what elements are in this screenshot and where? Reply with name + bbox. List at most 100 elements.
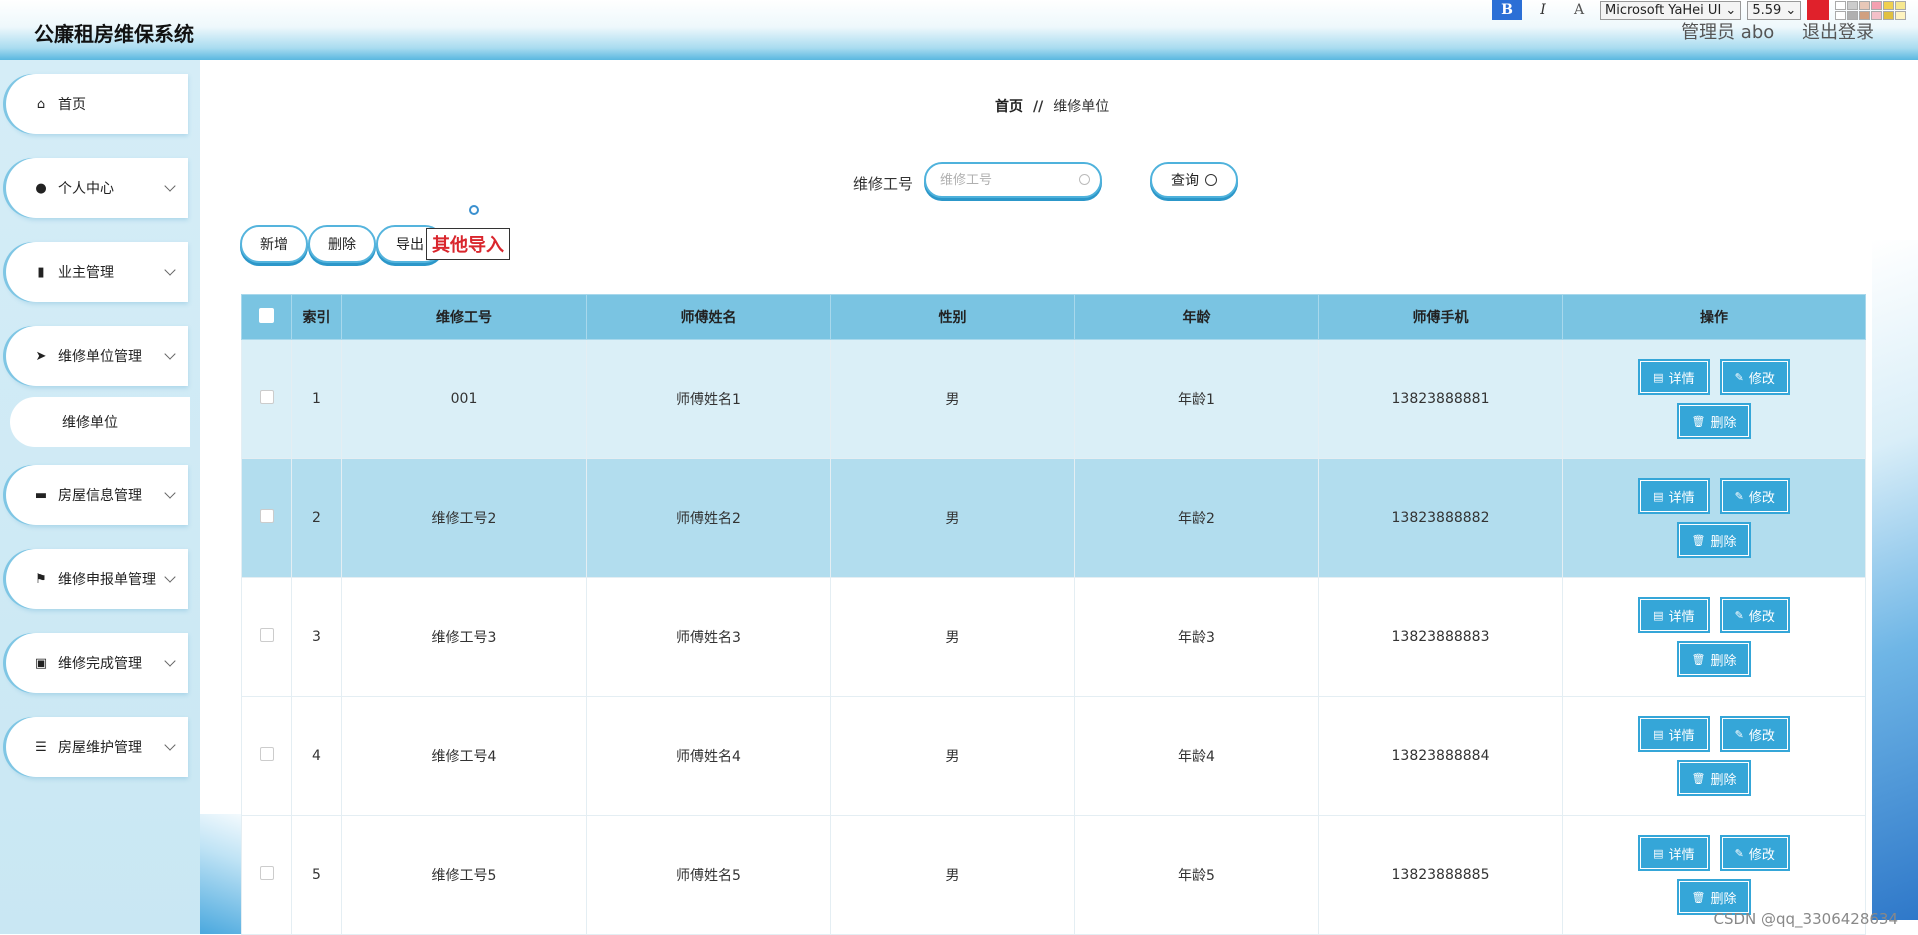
row-select-cell — [241, 339, 292, 459]
master-name-cell: 师傅姓名4 — [586, 696, 831, 816]
user-area: 管理员 abo 退出登录 — [1681, 18, 1874, 44]
color-swatch[interactable] — [1847, 0, 1859, 10]
color-swatch[interactable] — [1895, 10, 1907, 20]
color-swatch[interactable] — [1883, 0, 1895, 10]
age-cell: 年龄5 — [1074, 815, 1319, 935]
trash-icon: 🗑 — [1691, 771, 1706, 785]
age-cell: 年龄4 — [1074, 696, 1319, 816]
table-row: 3 维修工号3 师傅姓名3 男年龄3 13823888883 ▤ 详情 ✎ 修改 🗑 删除 — [241, 577, 1866, 697]
delete-button-label: 删除 — [328, 237, 356, 253]
document-icon: ▤ — [1653, 489, 1664, 503]
edit-label: 修改 — [1748, 847, 1775, 863]
sidebar-item-label: 维修完成管理 — [58, 656, 142, 672]
row-checkbox[interactable] — [259, 390, 274, 404]
sidebar-item-repair-unit-management[interactable]: ➤ 维修单位管理 — [6, 326, 188, 386]
breadcrumb-current: 维修单位 — [1053, 99, 1110, 115]
sidebar-item-house-info-management[interactable]: ▬ 房屋信息管理 — [6, 465, 188, 525]
sidebar-subitem-label: 维修单位 — [62, 415, 118, 431]
font-family-select[interactable]: Microsoft YaHei UI ⌄ — [1600, 0, 1742, 20]
font-size-select[interactable]: 5.59 ⌄ — [1747, 0, 1802, 20]
detail-button[interactable]: ▤ 详情 — [1638, 359, 1710, 395]
delete-row-button[interactable]: 🗑 删除 — [1676, 403, 1752, 439]
delete-label: 删除 — [1710, 653, 1737, 669]
edit-button[interactable]: ✎ 修改 — [1719, 716, 1790, 752]
bold-button[interactable]: B — [1492, 0, 1522, 20]
edit-button[interactable]: ✎ 修改 — [1719, 359, 1790, 395]
column-header: 师傅手机 — [1318, 294, 1563, 340]
sidebar-item-repair-request-management[interactable]: ⚑ 维修申报单管理 — [6, 549, 188, 609]
current-color-swatch[interactable] — [1807, 0, 1830, 20]
operations-group: ▤ 详情 ✎ 修改 🗑 删除 — [1564, 835, 1864, 915]
edit-label: 修改 — [1748, 609, 1775, 625]
phone-cell: 13823888885 — [1318, 815, 1563, 935]
repair-code-cell: 维修工号2 — [341, 458, 587, 578]
other-import-button[interactable]: 其他导入 — [426, 228, 510, 260]
edit-button[interactable]: ✎ 修改 — [1719, 835, 1790, 871]
column-header: 维修工号 — [341, 294, 587, 340]
trash-icon: 🗑 — [1691, 652, 1706, 666]
add-button[interactable]: 新增 — [240, 225, 308, 263]
table-header-row: 索引 维修工号 师傅姓名 性别 年龄 师傅手机 操作 — [241, 294, 1866, 340]
chevron-down-icon — [164, 571, 176, 583]
sidebar-item-house-maintenance-management[interactable]: ☰ 房屋维护管理 — [6, 717, 188, 777]
color-swatch[interactable] — [1895, 0, 1907, 10]
sidebar-item-home[interactable]: ⌂ 首页 — [6, 74, 188, 134]
detail-button[interactable]: ▤ 详情 — [1638, 716, 1710, 752]
operations-row: ▤ 详情 ✎ 修改 — [1638, 716, 1790, 752]
edit-button[interactable]: ✎ 修改 — [1719, 478, 1790, 514]
index-cell: 3 — [291, 577, 342, 697]
batch-delete-button[interactable]: 删除 — [308, 225, 376, 263]
sidebar-item-personal-center[interactable]: ● 个人中心 — [6, 158, 188, 218]
delete-row-button[interactable]: 🗑 删除 — [1676, 879, 1752, 915]
color-swatch[interactable] — [1859, 0, 1871, 10]
query-button[interactable]: 查询 — [1150, 162, 1238, 198]
master-name-cell: 师傅姓名5 — [586, 815, 831, 935]
search-input[interactable] — [938, 171, 1092, 189]
sidebar-item-repair-completion-management[interactable]: ▣ 维修完成管理 — [6, 633, 188, 693]
detail-button[interactable]: ▤ 详情 — [1638, 597, 1710, 633]
send-icon: ➤ — [35, 348, 47, 364]
detail-label: 详情 — [1668, 609, 1695, 625]
repair-unit-table: 索引 维修工号 师傅姓名 性别 年龄 师傅手机 操作 1 001 师傅姓名1 男年龄1… — [241, 294, 1866, 935]
color-swatch[interactable] — [1883, 10, 1895, 20]
detail-button[interactable]: ▤ 详情 — [1638, 835, 1710, 871]
color-swatch[interactable] — [1871, 0, 1883, 10]
operations-group: ▤ 详情 ✎ 修改 🗑 删除 — [1564, 716, 1864, 796]
column-header: 年龄 — [1074, 294, 1319, 340]
row-checkbox[interactable] — [259, 628, 274, 642]
breadcrumb-separator: // — [1033, 99, 1044, 115]
select-all-checkbox[interactable] — [259, 307, 274, 323]
delete-label: 删除 — [1710, 415, 1737, 431]
logout-link[interactable]: 退出登录 — [1802, 22, 1874, 43]
edit-button[interactable]: ✎ 修改 — [1719, 597, 1790, 633]
row-checkbox[interactable] — [259, 509, 274, 523]
sidebar-item-label: 房屋维护管理 — [58, 740, 142, 756]
select-all-cell — [241, 294, 292, 340]
repair-code-cell: 001 — [341, 339, 587, 459]
text-editor-toolbar: B I A Microsoft YaHei UI ⌄ 5.59 ⌄ — [1492, 0, 1907, 20]
italic-button[interactable]: I — [1528, 0, 1558, 20]
delete-row-button[interactable]: 🗑 删除 — [1676, 522, 1752, 558]
font-size-value: 5.59 — [1752, 2, 1782, 18]
master-name-cell: 师傅姓名1 — [586, 339, 831, 459]
row-select-cell — [241, 696, 292, 816]
color-swatch[interactable] — [1835, 0, 1847, 10]
phone-cell: 13823888882 — [1318, 458, 1563, 578]
font-color-button[interactable]: A — [1564, 0, 1594, 20]
search-label: 维修工号 — [853, 175, 914, 193]
row-checkbox[interactable] — [259, 747, 274, 761]
delete-row-button[interactable]: 🗑 删除 — [1676, 641, 1752, 677]
delete-row-button[interactable]: 🗑 删除 — [1676, 760, 1752, 796]
cursor-marker-icon — [469, 205, 479, 215]
current-user: 管理员 abo — [1681, 22, 1775, 43]
row-checkbox[interactable] — [259, 866, 274, 880]
detail-button[interactable]: ▤ 详情 — [1638, 478, 1710, 514]
sidebar-subitem-repair-unit[interactable]: 维修单位 — [10, 397, 190, 447]
export-button-label: 导出 — [396, 237, 424, 253]
watermark: CSDN @qq_3306428634 — [1713, 910, 1898, 928]
user-icon: ● — [35, 180, 47, 196]
gender-cell: 男 — [830, 696, 1075, 816]
operations-cell: ▤ 详情 ✎ 修改 🗑 删除 — [1562, 339, 1866, 459]
sidebar-item-owner-management[interactable]: ▮ 业主管理 — [6, 242, 188, 302]
breadcrumb-home[interactable]: 首页 — [995, 99, 1023, 115]
